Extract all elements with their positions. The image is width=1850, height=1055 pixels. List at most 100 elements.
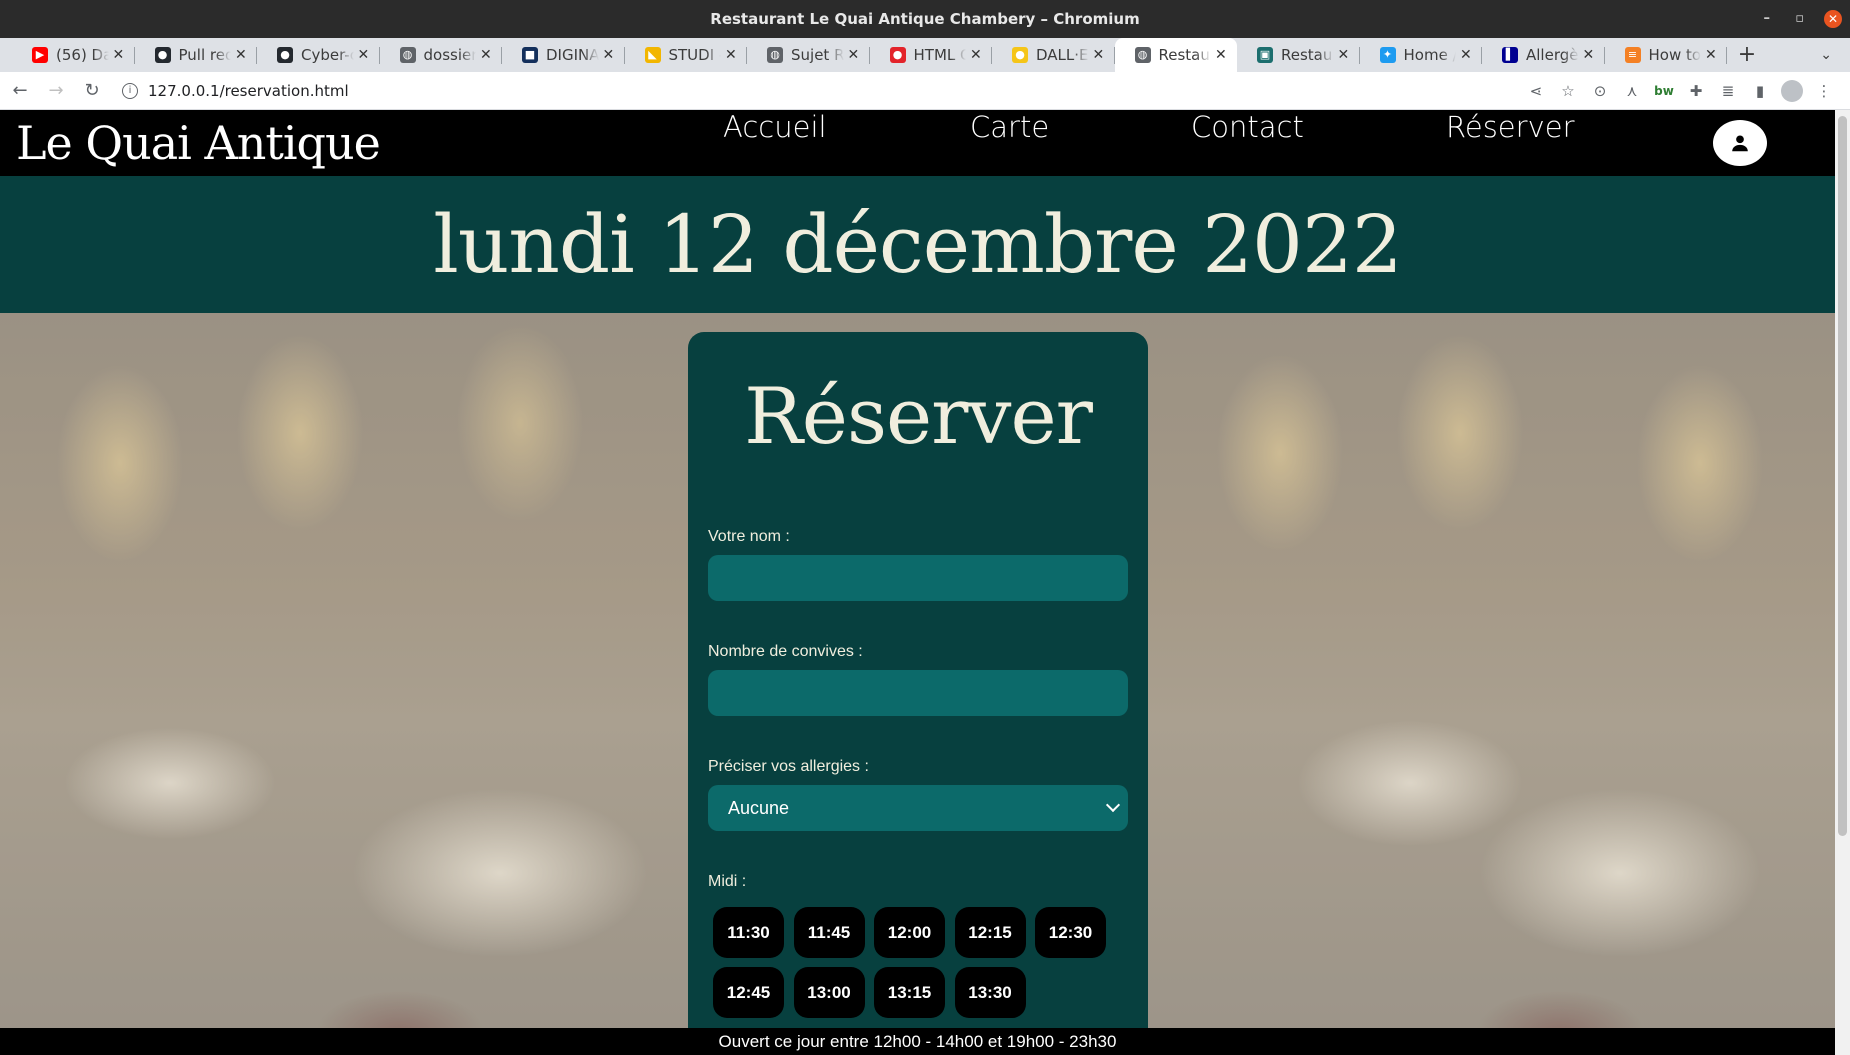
tab-close-icon[interactable]: ✕ xyxy=(235,47,249,63)
tab-title: STUDI - V xyxy=(668,46,722,64)
github-icon: ● xyxy=(277,47,293,63)
tab-title: How to a xyxy=(1648,46,1702,64)
date-banner: lundi 12 décembre 2022 xyxy=(0,176,1835,313)
forward-arrow-icon[interactable]: → xyxy=(40,80,72,101)
tab-close-icon[interactable]: ✕ xyxy=(725,47,739,63)
tab-title: Pull requ xyxy=(178,46,232,64)
browser-tab[interactable]: ■ DIGINAM✕ xyxy=(502,38,625,72)
allergies-select[interactable]: Aucune xyxy=(708,785,1128,831)
tab-close-icon[interactable]: ✕ xyxy=(113,47,127,63)
back-arrow-icon[interactable]: ← xyxy=(4,80,36,101)
browser-tab[interactable]: ✦ Home / T✕ xyxy=(1360,38,1483,72)
youtube-icon: ▶ xyxy=(32,47,48,63)
extension-bw-icon[interactable]: bw xyxy=(1648,84,1680,98)
new-tab-button[interactable]: + xyxy=(1727,38,1767,72)
nav-link-reserver[interactable]: Réserver xyxy=(1446,110,1575,176)
maximize-icon[interactable]: ▫ xyxy=(1795,0,1804,38)
tab-close-icon[interactable]: ✕ xyxy=(480,47,494,63)
tab-strip: ▶(56) Daft✕●Pull requ✕●Cyber-cit✕◍dossie… xyxy=(0,38,1850,72)
time-slot-button[interactable]: 13:15 xyxy=(874,967,945,1018)
tab-close-icon[interactable]: ✕ xyxy=(970,47,984,63)
tab-title: dossier_ xyxy=(423,46,477,64)
gov-fr-icon: ▌ xyxy=(1502,47,1518,63)
extension-link-icon[interactable]: ⊙ xyxy=(1584,82,1616,100)
tab-title: Restaura xyxy=(1281,46,1334,64)
browser-tab[interactable]: ▌ Allergèn✕ xyxy=(1482,38,1605,72)
tab-close-icon[interactable]: ✕ xyxy=(848,47,862,63)
tab-close-icon[interactable]: ✕ xyxy=(1338,47,1352,63)
extensions-puzzle-icon[interactable]: ✚ xyxy=(1680,82,1712,100)
tab-title: Sujet Re xyxy=(791,46,844,64)
time-slot-button[interactable]: 13:30 xyxy=(954,967,1026,1018)
tab-title: DIGINAM xyxy=(546,46,599,64)
nav-link-carte[interactable]: Carte xyxy=(970,110,1049,176)
time-slot-button[interactable]: 12:15 xyxy=(954,907,1026,958)
nav-link-accueil[interactable]: Accueil xyxy=(723,110,827,176)
browser-tab[interactable]: ▶ (56) Daft✕ xyxy=(12,38,135,72)
form-title: Réserver xyxy=(744,372,1093,462)
time-slot-button[interactable]: 13:00 xyxy=(793,967,865,1018)
name-label: Votre nom : xyxy=(708,528,790,545)
browser-tab[interactable]: ● Pull requ✕ xyxy=(135,38,258,72)
browser-tab[interactable]: ◍ Restaura✕ xyxy=(1114,38,1237,72)
twitter-icon: ✦ xyxy=(1379,47,1396,63)
browser-tab[interactable]: ≡ How to a✕ xyxy=(1605,38,1728,72)
tab-close-icon[interactable]: ✕ xyxy=(1460,47,1474,63)
account-button[interactable] xyxy=(1713,120,1767,166)
browser-tab[interactable]: ● DALL·E n✕ xyxy=(992,38,1115,72)
tab-title: Home / T xyxy=(1403,46,1457,64)
tab-close-icon[interactable]: ✕ xyxy=(1093,47,1107,63)
dalle-icon: ● xyxy=(1012,47,1028,63)
browser-tab[interactable]: ◍ dossier_✕ xyxy=(380,38,503,72)
site-logo[interactable]: Le Quai Antique xyxy=(16,116,381,170)
menu-kebab-icon[interactable]: ⋮ xyxy=(1808,82,1840,100)
time-slot-button[interactable]: 12:30 xyxy=(1035,907,1106,958)
profile-avatar-icon[interactable] xyxy=(1781,80,1803,102)
close-window-icon[interactable]: ✕ xyxy=(1824,10,1842,28)
tab-close-icon[interactable]: ✕ xyxy=(1705,47,1719,63)
browser-tab[interactable]: ● HTML Co✕ xyxy=(870,38,993,72)
tab-search-chevron-icon[interactable]: ⌄ xyxy=(1820,38,1832,72)
reading-list-icon[interactable]: ≣ xyxy=(1712,82,1744,100)
tab-title: Restaura xyxy=(1158,46,1212,64)
tab-close-icon[interactable]: ✕ xyxy=(1215,47,1229,63)
chevron-down-icon xyxy=(1105,797,1121,813)
bookmark-star-icon[interactable]: ☆ xyxy=(1552,82,1584,100)
reload-icon[interactable]: ↻ xyxy=(76,80,108,101)
tab-title: DALL·E n xyxy=(1036,46,1089,64)
scrollbar-thumb[interactable] xyxy=(1838,116,1847,836)
time-slot-button[interactable]: 12:00 xyxy=(874,907,945,958)
window-title: Restaurant Le Quai Antique Chambery – Ch… xyxy=(710,10,1140,28)
extension-bird-icon[interactable]: ⋏ xyxy=(1616,82,1648,100)
page-scrollbar[interactable] xyxy=(1835,110,1850,1055)
user-icon xyxy=(1732,135,1748,152)
browser-tab[interactable]: ◍ Sujet Re✕ xyxy=(747,38,870,72)
tab-close-icon[interactable]: ✕ xyxy=(358,47,372,63)
address-bar[interactable]: i 127.0.0.1/reservation.html xyxy=(122,76,1452,106)
guests-label: Nombre de convives : xyxy=(708,643,863,660)
time-slot-button[interactable]: 11:30 xyxy=(713,907,784,958)
opening-hours-bar: Ouvert ce jour entre 12h00 - 14h00 et 19… xyxy=(0,1028,1835,1055)
guests-input[interactable] xyxy=(708,670,1128,716)
site-info-icon[interactable]: i xyxy=(122,82,138,99)
tab-close-icon[interactable]: ✕ xyxy=(603,47,617,63)
side-panel-icon[interactable]: ▮ xyxy=(1744,82,1776,100)
share-icon[interactable]: ⋖ xyxy=(1520,82,1552,100)
tab-title: HTML Co xyxy=(913,46,967,64)
nav-link-contact[interactable]: Contact xyxy=(1191,110,1304,176)
name-input[interactable] xyxy=(708,555,1128,601)
opera-icon: ● xyxy=(889,47,906,63)
browser-tab[interactable]: ◣ STUDI - V✕ xyxy=(625,38,748,72)
browser-toolbar: ← → ↻ i 127.0.0.1/reservation.html ⋖ ☆ ⊙… xyxy=(0,72,1850,110)
browser-tab[interactable]: ▣ Restaura✕ xyxy=(1237,38,1360,72)
github-icon: ● xyxy=(154,47,171,63)
address-url[interactable]: 127.0.0.1/reservation.html xyxy=(148,82,349,100)
browser-tab[interactable]: ● Cyber-cit✕ xyxy=(257,38,380,72)
tab-close-icon[interactable]: ✕ xyxy=(1583,47,1597,63)
studi-icon: ◣ xyxy=(644,47,661,63)
globe-icon: ◍ xyxy=(767,47,783,63)
time-slot-button[interactable]: 12:45 xyxy=(713,967,784,1018)
time-slot-button[interactable]: 11:45 xyxy=(793,907,865,958)
minimize-icon[interactable]: – xyxy=(1764,0,1771,38)
allergies-selected-value: Aucune xyxy=(728,797,790,818)
